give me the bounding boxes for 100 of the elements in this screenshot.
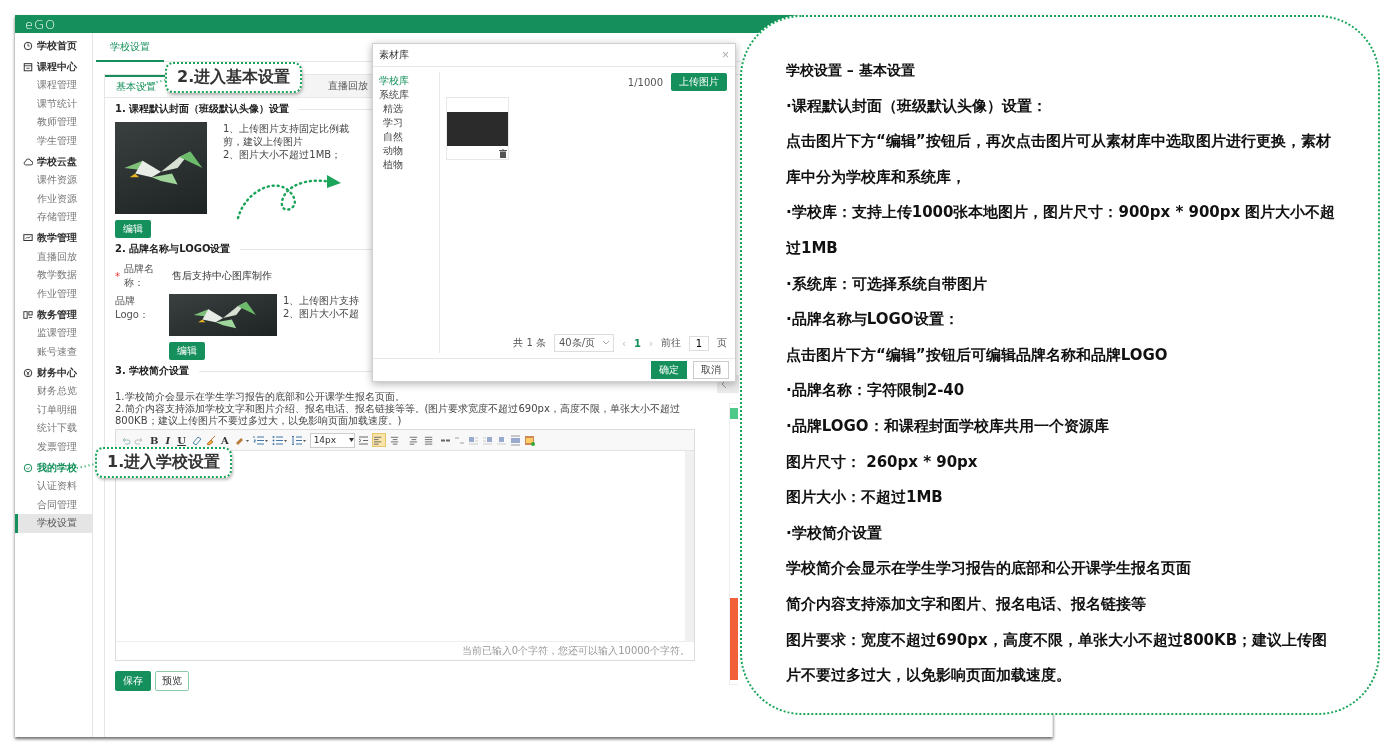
eraser-icon[interactable] <box>190 434 202 446</box>
caret-icon <box>603 341 610 345</box>
sidebar-item[interactable]: 订单明细 <box>15 400 92 419</box>
panels-icon <box>23 309 33 320</box>
save-button[interactable]: 保存 <box>115 671 151 691</box>
sidebar-item[interactable]: 财务总览 <box>15 382 92 401</box>
sidebar-group[interactable]: 学校首页 <box>15 36 92 55</box>
align-button[interactable] <box>371 433 386 447</box>
sidebar-item[interactable]: 学校设置 <box>15 514 92 533</box>
image-block-icon[interactable] <box>509 434 521 446</box>
panel-text: 图片要求：宽度不超过690px，高度不限，单张大小不超过800KB；建议上传图片不要过多过大，以免影响页面加载速度。 <box>786 629 1329 687</box>
format-button[interactable]: U <box>175 434 188 446</box>
format-button[interactable]: B <box>148 434 161 446</box>
edit-button[interactable]: 编辑 <box>169 342 205 360</box>
bird-cover-image[interactable] <box>115 122 207 214</box>
library-category[interactable]: 动物 <box>373 144 439 158</box>
sidebar-item[interactable]: 课程管理 <box>15 76 92 95</box>
settings-tab[interactable]: 基本设置 <box>105 75 167 97</box>
edit-button[interactable]: 编辑 <box>115 220 151 238</box>
image-center-icon[interactable] <box>495 434 507 446</box>
image-left-icon[interactable] <box>467 434 479 446</box>
panel-text: 学校简介会显示在学生学习报告的底部和公开课学生报名页面 <box>786 558 1192 580</box>
panel-text: ·学校库：支持上传1000张本地图片，图片尺寸：900px * 900px 图片大小不超过1MB <box>786 202 1337 259</box>
monitor-icon <box>23 233 33 243</box>
panel-title: 学校设置 – 基本设置 <box>786 61 916 80</box>
sidebar-item[interactable]: 发票管理 <box>15 437 92 456</box>
brush-icon[interactable] <box>204 434 216 446</box>
logo[interactable]: eGO <box>25 16 57 32</box>
sidebar-group[interactable]: 教务管理 <box>15 305 92 324</box>
field-label: 品牌Logo： <box>115 294 150 322</box>
library-category[interactable]: 学校库 <box>373 74 439 88</box>
step-tooltip: 2.进入基本设置 <box>165 62 303 93</box>
sidebar-item[interactable]: 存储管理 <box>15 208 92 227</box>
picture-icon[interactable] <box>523 434 535 446</box>
sidebar-item[interactable]: 直播回放 <box>15 247 92 266</box>
panel-text: 简介内容支持添加文字和图片、报名电话、报名链接等 <box>786 593 1147 615</box>
sidebar-item[interactable]: 统计下载 <box>15 419 92 438</box>
library-category[interactable]: 系统库 <box>373 88 439 102</box>
sidebar-item[interactable]: 合同管理 <box>15 495 92 514</box>
trash-icon[interactable] <box>499 149 507 158</box>
check-circle-icon <box>23 462 33 473</box>
sidebar-group[interactable]: 课程中心 <box>15 57 92 76</box>
panel-text: ·课程默认封面（班级默认头像）设置： <box>786 95 1048 117</box>
panel-text: 点击图片下方“编辑”按钮后可编辑品牌名称和品牌LOGO <box>786 344 1169 366</box>
sidebar-item[interactable]: 作业管理 <box>15 284 92 303</box>
sidebar-group[interactable]: 财务中心 <box>15 363 92 382</box>
page-size-select[interactable]: 40条/页 <box>553 334 615 352</box>
upload-note: 2、图片大小不超过1MB； <box>223 148 343 161</box>
font-color-button[interactable]: A <box>218 434 231 446</box>
upload-note: 1、上传图片支持 <box>283 294 360 307</box>
sidebar-item[interactable]: 账号速查 <box>15 342 92 361</box>
library-category[interactable]: 精选 <box>373 102 439 116</box>
library-category[interactable]: 学习 <box>373 116 439 130</box>
font-size-select[interactable]: 14px <box>309 432 355 448</box>
scrollbar[interactable] <box>685 451 694 641</box>
total-count: 共 1 条 <box>513 336 546 350</box>
character-counter: 当前已输入0个字符，您还可以输入10000个字符。 <box>116 641 694 660</box>
step-tooltip: 1.进入学校设置 <box>95 447 233 478</box>
calendar-icon <box>23 61 33 72</box>
sidebar-item[interactable]: 教师管理 <box>15 113 92 132</box>
caret-icon <box>348 438 354 442</box>
line-height-icon[interactable] <box>290 434 307 446</box>
sidebar-group[interactable]: 学校云盘 <box>15 152 92 171</box>
cancel-button[interactable]: 取消 <box>693 361 729 379</box>
sidebar-item[interactable]: 课件资源 <box>15 171 92 190</box>
field-label: 品牌名称： <box>124 262 155 290</box>
photo-placeholder <box>447 111 508 146</box>
sidebar-item[interactable]: 课节统计 <box>15 94 92 113</box>
format-button[interactable]: I <box>163 434 173 446</box>
sidebar-group[interactable]: 我的学校 <box>15 458 92 477</box>
sidebar-item[interactable]: 作业资源 <box>15 189 92 208</box>
indent-icon[interactable] <box>357 434 369 446</box>
ordered-list-icon[interactable] <box>252 434 269 446</box>
goto-label: 前往 <box>661 336 681 350</box>
required-mark: * <box>115 270 120 282</box>
upload-note: 1、上传图片支持固定比例裁剪，建议上传图片 <box>223 122 351 148</box>
page-tab[interactable]: 学校设置 <box>96 40 164 62</box>
library-category[interactable]: 植物 <box>373 158 439 172</box>
confirm-button[interactable]: 确定 <box>651 361 687 379</box>
page-number[interactable]: 1 <box>634 337 641 349</box>
sidebar-item[interactable]: 学生管理 <box>15 131 92 150</box>
panel-text: 图片尺寸： 260px * 90px <box>786 451 979 473</box>
sidebar-item[interactable]: 监课管理 <box>15 324 92 343</box>
upload-button[interactable]: 上传图片 <box>671 73 727 91</box>
intro-note: 2.简介内容支持添加学校文字和图片介绍、报名电话、报名链接等等。(图片要求宽度不超过690px，高度不限，单张大小不超过800KB；建议上传图片不要过多过大，以免影响页面加载速度。) <box>115 403 681 427</box>
sidebar-item[interactable]: 认证资料 <box>15 477 92 496</box>
sidebar-group[interactable]: 教学管理 <box>15 228 92 248</box>
panel-text: 点击图片下方“编辑”按钮后，再次点击图片可从素材库中选取图片进行更换，素材库中分为学校库和系统库， <box>786 131 1332 188</box>
image-right-icon[interactable] <box>481 434 493 446</box>
image-thumbnail[interactable] <box>446 97 509 160</box>
preview-button[interactable]: 预览 <box>155 671 189 691</box>
library-category[interactable]: 自然 <box>373 130 439 144</box>
intro-note: 1.学校简介会显示在学生学习报告的底部和公开课学生报名页面。 <box>115 391 406 403</box>
clock-icon <box>23 40 33 51</box>
bullet-list-icon[interactable] <box>271 434 288 446</box>
sidebar-item[interactable]: 教学数据 <box>15 266 92 285</box>
panel-text: ·学校简介设置 <box>786 522 883 544</box>
page-input[interactable]: 1 <box>689 335 709 351</box>
bird-logo-image[interactable] <box>169 294 277 336</box>
panel-text: ·系统库：可选择系统自带图片 <box>786 273 988 295</box>
